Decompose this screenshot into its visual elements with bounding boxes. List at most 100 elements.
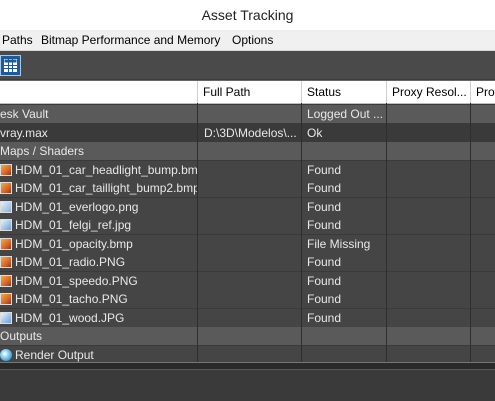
status-cell: Found: [307, 162, 342, 177]
full-path-cell: [198, 235, 301, 253]
proxy-cell: [471, 179, 495, 197]
table-view-button[interactable]: [0, 55, 21, 76]
column-divider: [301, 103, 302, 363]
file-name: Maps / Shaders: [0, 144, 85, 158]
menu-paths[interactable]: Paths: [2, 33, 33, 47]
column-header-proxy[interactable]: Prox: [471, 81, 495, 103]
table-row[interactable]: Render Output: [0, 345, 495, 364]
status-bar: [0, 369, 495, 401]
file-name-cell: Render Output: [0, 346, 197, 364]
asset-grid: Full Path Status Proxy Resol... Prox esk…: [0, 80, 495, 364]
full-path-cell: [198, 309, 301, 327]
proxy-cell: [471, 346, 495, 364]
jpg-file-icon: [0, 219, 12, 231]
column-header-proxy-resolution[interactable]: Proxy Resol...: [387, 81, 471, 103]
full-path-cell: [198, 290, 301, 308]
file-name-cell: HDM_01_car_taillight_bump2.bmp: [0, 179, 197, 197]
file-name-cell: HDM_01_opacity.bmp: [0, 235, 197, 253]
proxy-resolution-cell: [387, 179, 470, 197]
file-name-cell: Maps / Shaders: [0, 142, 197, 160]
proxy-resolution-cell: [387, 290, 470, 308]
file-name: HDM_01_wood.JPG: [15, 310, 125, 325]
column-header-file[interactable]: [0, 81, 198, 103]
full-path-cell: [198, 253, 301, 271]
file-name-cell: HDM_01_everlogo.png: [0, 198, 197, 216]
file-name-cell: HDM_01_speedo.PNG: [0, 272, 197, 290]
grid-scrollbar[interactable]: [0, 362, 495, 369]
full-path-cell: [198, 272, 301, 290]
grid-header: Full Path Status Proxy Resol... Prox: [0, 81, 495, 104]
group-row[interactable]: Outputs: [0, 327, 495, 345]
menu-options[interactable]: Options: [232, 33, 273, 47]
proxy-resolution-cell: [387, 216, 470, 234]
proxy-resolution-cell: [387, 142, 470, 160]
table-row[interactable]: HDM_01_everlogo.png Found: [0, 197, 495, 216]
file-name: HDM_01_car_taillight_bump2.bmp: [15, 181, 197, 195]
proxy-cell: [471, 198, 495, 216]
menu-bar: Paths Bitmap Performance and Memory Opti…: [0, 30, 495, 51]
status-cell: File Missing: [307, 236, 371, 251]
file-name: HDM_01_opacity.bmp: [15, 236, 133, 251]
file-name-cell: vray.max: [0, 124, 197, 142]
full-path-cell: [198, 198, 301, 216]
table-row[interactable]: HDM_01_speedo.PNG Found: [0, 271, 495, 290]
proxy-resolution-cell: [387, 253, 470, 271]
table-row[interactable]: HDM_01_car_taillight_bump2.bmp Found: [0, 179, 495, 197]
bitmap-file-icon: [0, 293, 12, 305]
full-path-cell: [198, 216, 301, 234]
toolbar: [0, 51, 495, 79]
column-header-full-path[interactable]: Full Path: [198, 81, 302, 103]
file-name: HDM_01_everlogo.png: [15, 199, 139, 214]
proxy-cell: [471, 124, 495, 142]
file-name: Render Output: [15, 347, 94, 362]
file-name: HDM_01_felgi_ref.jpg: [15, 218, 132, 232]
full-path-cell: [198, 327, 301, 345]
proxy-resolution-cell: [387, 124, 470, 142]
file-name: HDM_01_speedo.PNG: [15, 273, 138, 288]
status-cell: Found: [307, 218, 342, 232]
proxy-cell: [471, 235, 495, 253]
status-cell: [302, 346, 386, 364]
group-row[interactable]: esk Vault Logged Out ...: [0, 105, 495, 123]
full-path-cell: D:\3D\Modelos\...: [204, 125, 297, 140]
table-row[interactable]: HDM_01_felgi_ref.jpg Found: [0, 216, 495, 234]
status-cell: [302, 142, 386, 160]
status-cell: Logged Out ...: [307, 107, 384, 121]
proxy-cell: [471, 253, 495, 271]
table-row[interactable]: HDM_01_opacity.bmp File Missing: [0, 234, 495, 253]
table-row[interactable]: HDM_01_wood.JPG Found: [0, 308, 495, 327]
table-row[interactable]: HDM_01_tacho.PNG Found: [0, 290, 495, 308]
proxy-cell: [471, 327, 495, 345]
menu-bitmap-performance[interactable]: Bitmap Performance and Memory: [41, 33, 220, 47]
file-name: HDM_01_radio.PNG: [15, 255, 126, 269]
table-row[interactable]: HDM_01_radio.PNG Found: [0, 253, 495, 271]
table-row[interactable]: HDM_01_car_headlight_bump.bmp Found: [0, 160, 495, 179]
file-name: esk Vault: [0, 107, 49, 121]
bitmap-file-icon: [0, 256, 12, 268]
proxy-resolution-cell: [387, 198, 470, 216]
proxy-cell: [471, 216, 495, 234]
proxy-resolution-cell: [387, 105, 470, 123]
proxy-cell: [471, 161, 495, 179]
column-header-status[interactable]: Status: [302, 81, 387, 103]
proxy-cell: [471, 272, 495, 290]
file-name: Outputs: [0, 329, 43, 343]
group-row[interactable]: Maps / Shaders: [0, 142, 495, 160]
file-name-cell: esk Vault: [0, 105, 197, 123]
full-path-cell: [198, 142, 301, 160]
file-name-cell: HDM_01_wood.JPG: [0, 309, 197, 327]
png-file-icon: [0, 200, 12, 213]
file-name: HDM_01_tacho.PNG: [15, 292, 128, 306]
proxy-cell: [471, 105, 495, 123]
file-name: vray.max: [0, 125, 48, 140]
file-name-cell: HDM_01_radio.PNG: [0, 253, 197, 271]
bitmap-file-icon: [0, 163, 12, 176]
proxy-cell: [471, 309, 495, 327]
status-cell: Ok: [307, 125, 323, 140]
status-cell: Found: [307, 310, 342, 325]
status-cell: Found: [307, 292, 342, 306]
file-name-cell: Outputs: [0, 327, 197, 345]
table-row[interactable]: vray.max D:\3D\Modelos\... Ok: [0, 124, 495, 142]
file-name-cell: HDM_01_felgi_ref.jpg: [0, 216, 197, 234]
status-cell: Found: [307, 255, 342, 269]
